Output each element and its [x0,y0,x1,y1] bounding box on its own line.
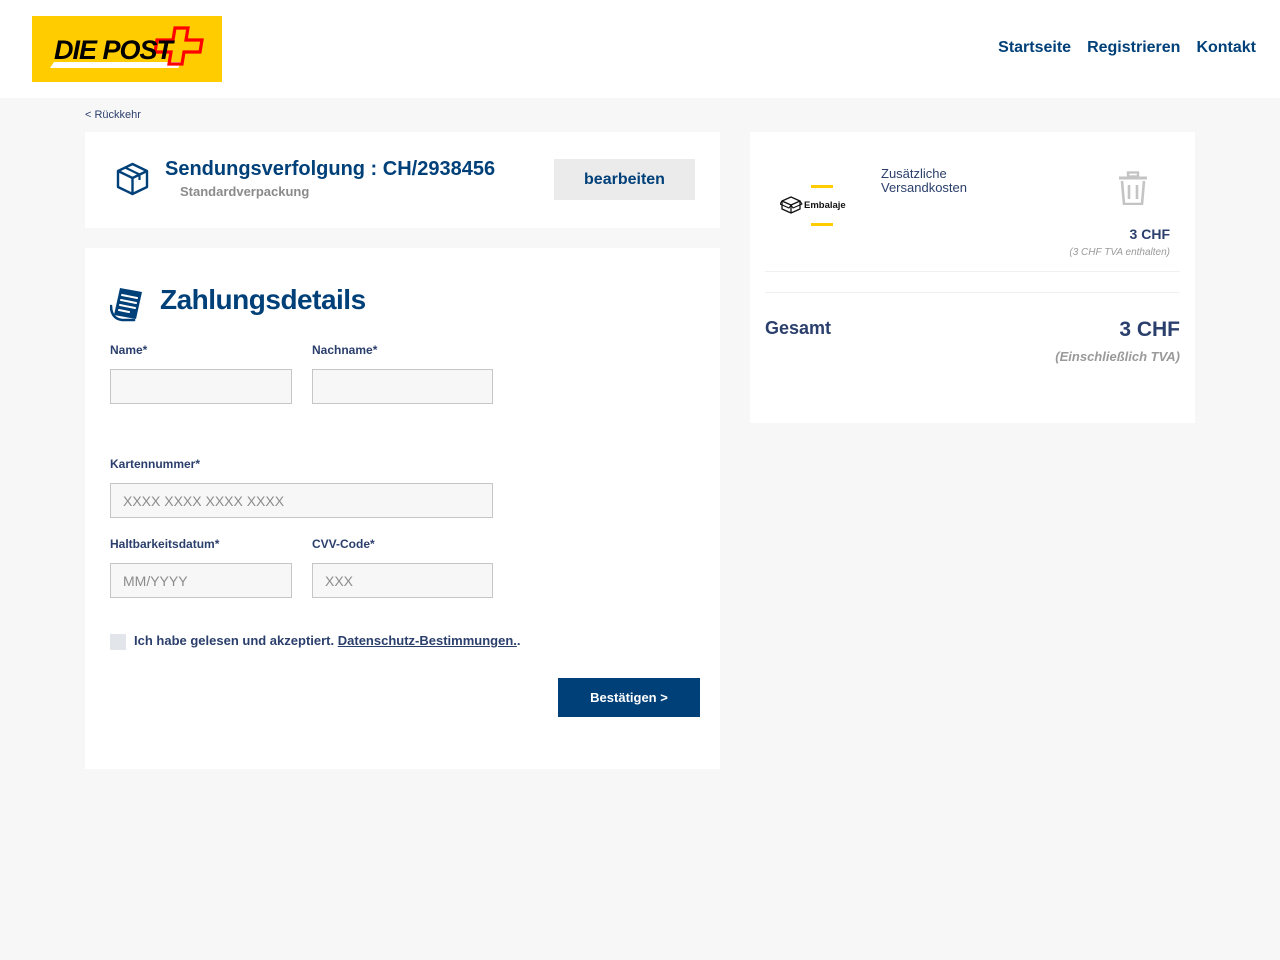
item-name-line2: Versandkosten [881,180,968,195]
embalaje-logo: Embalaje [780,196,846,214]
consent-suffix: . [516,633,521,648]
item-price: 3 CHF [1129,226,1170,242]
consent-text: Ich habe gelesen und akzeptiert. Datensc… [134,632,521,650]
back-link[interactable]: < Rückkehr [85,108,141,122]
box-icon [116,162,149,196]
tracking-title: Sendungsverfolgung : CH/2938456 [165,158,496,180]
payment-card: Zahlungsdetails Name* Nachname* Kartennu… [85,248,720,769]
receipt-icon [110,288,142,322]
nav-link-startseite[interactable]: Startseite [998,37,1071,59]
item-name-line1: Zusätzliche [881,166,947,181]
privacy-checkbox[interactable] [110,634,126,650]
item-divider [765,271,1180,272]
item-tax-note: (3 CHF TVA enthalten) [1069,247,1170,258]
product-logo-bar-bottom [811,223,833,226]
die-post-logo[interactable]: DIE POST [32,16,222,82]
payment-title: Zahlungsdetails [160,284,366,315]
item-name: Zusätzliche Versandkosten [881,167,1011,195]
card-number-input[interactable] [110,483,493,518]
privacy-policy-link[interactable]: Datenschutz-Bestimmungen. [338,633,517,648]
logo-text: DIE POST [54,35,173,65]
site-header: DIE POST Startseite Registrieren Kontakt [0,0,1280,98]
tracking-card: Sendungsverfolgung : CH/2938456 Standard… [85,132,720,228]
card-number-label: Kartennummer* [110,457,201,471]
expiry-input[interactable] [110,563,292,598]
order-summary-card: Embalaje Zusätzliche Versandkosten 3 CHF… [750,132,1195,423]
expiry-label: Haltbarkeitsdatum* [110,537,220,551]
nav-link-kontakt[interactable]: Kontakt [1196,37,1256,59]
total-tax-note: (Einschließlich TVA) [1055,349,1180,364]
consent-label: Ich habe gelesen und akzeptiert. [134,633,335,648]
cvv-input[interactable] [312,563,493,598]
total-divider [765,292,1180,293]
last-name-label: Nachname* [312,343,378,357]
total-label: Gesamt [765,318,832,338]
cvv-label: CVV-Code* [312,537,375,551]
trash-icon[interactable] [1118,171,1148,205]
nav-link-registrieren[interactable]: Registrieren [1087,37,1180,59]
total-value: 3 CHF [1119,318,1180,341]
first-name-input[interactable] [110,369,292,404]
main-nav: Startseite Registrieren Kontakt [998,37,1256,59]
edit-button[interactable]: bearbeiten [554,159,695,200]
embalaje-logo-text: Embalaje [804,200,846,211]
confirm-button[interactable]: Bestätigen > [558,678,700,717]
last-name-input[interactable] [312,369,493,404]
package-type: Standardverpackung [180,184,310,199]
product-logo-bar-top [811,185,833,188]
first-name-label: Name* [110,343,148,357]
